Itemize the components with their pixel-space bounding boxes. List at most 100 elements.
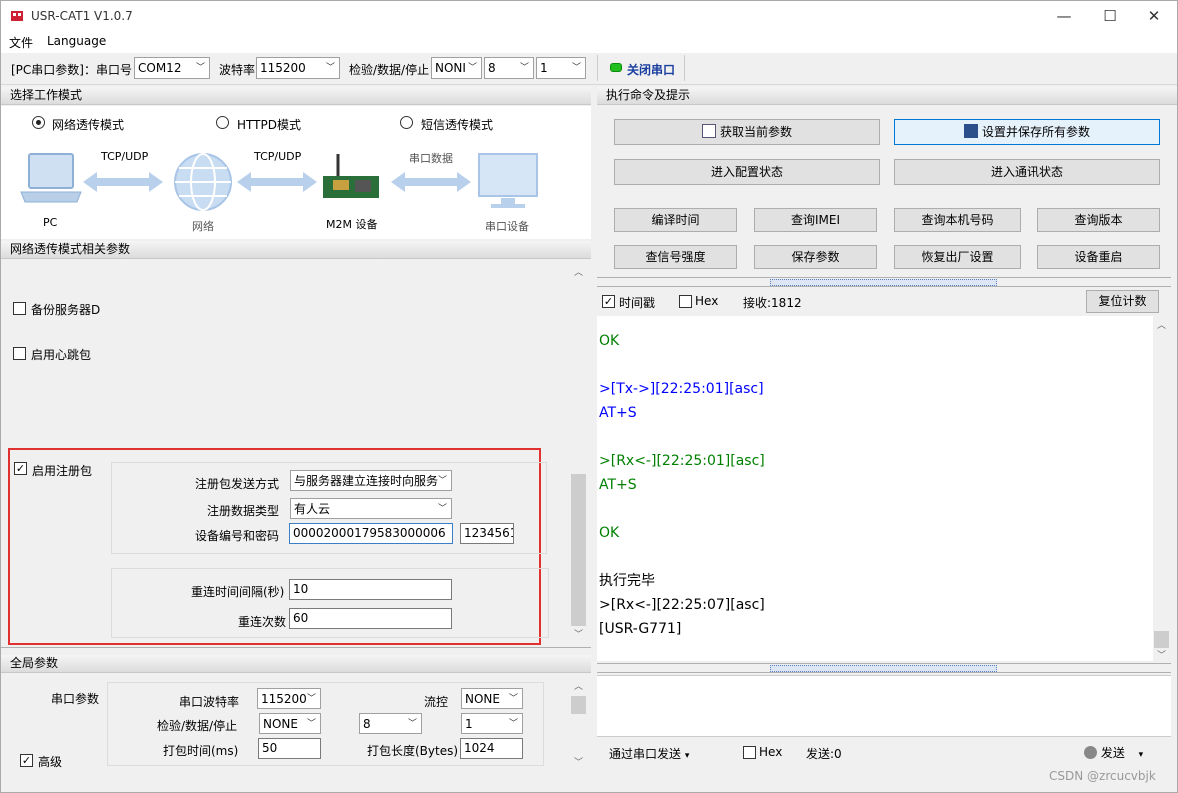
register-checkbox[interactable]: ✓ — [14, 462, 27, 475]
diagram-net-label: 网络 — [192, 220, 214, 233]
global-stopbits-select[interactable]: 1 ﹀ — [461, 713, 523, 734]
scroll-down-icon: ﹀ — [573, 758, 583, 768]
recv-count: 接收:1812 — [743, 296, 802, 310]
query-imei-button[interactable]: 查询IMEI — [754, 208, 877, 232]
diagram-serial-label: 串口设备 — [485, 220, 529, 233]
baud-select[interactable]: 115200 ﹀ — [256, 57, 340, 79]
diagram-link1-label: TCP/UDP — [101, 150, 149, 163]
mode-label-transparent: 网络透传模式 — [52, 118, 125, 132]
top-splitter[interactable] — [597, 277, 1171, 287]
diagram-link3-label: 串口数据 — [409, 152, 453, 165]
diagram-pc-label: PC — [43, 216, 58, 229]
advanced-checkbox[interactable]: ✓ — [20, 754, 33, 767]
maximize-button[interactable]: ☐ — [1087, 1, 1133, 31]
pack-time-input[interactable]: 50 — [258, 738, 321, 759]
log-output[interactable]: OK >[Tx->][22:25:01][asc] AT+S >[Rx<-][22:2… — [597, 316, 1153, 661]
chevron-down-icon: ﹀ — [519, 63, 529, 73]
databits-select[interactable]: 8 ﹀ — [484, 57, 534, 79]
reg-type-label: 注册数据类型 — [207, 504, 280, 518]
enter-comm-button[interactable]: 进入通讯状态 — [894, 159, 1160, 185]
reg-send-select[interactable]: 与服务器建立连接时向服务 ﹀ — [290, 470, 452, 491]
advanced-label: 高级 — [38, 755, 63, 769]
chevron-down-icon: ﹀ — [407, 719, 417, 729]
signal-strength-button[interactable]: 查信号强度 — [614, 245, 737, 269]
scroll-thumb[interactable] — [571, 696, 586, 714]
save-all-button[interactable]: 设置并保存所有参数 — [894, 119, 1160, 145]
backup-server-checkbox[interactable] — [13, 302, 26, 315]
flow-label: 流控 — [424, 695, 449, 709]
bottom-splitter[interactable] — [597, 663, 1171, 673]
device-password-input[interactable]: 1234561 — [460, 523, 514, 544]
flow-select[interactable]: NONE ﹀ — [461, 688, 523, 709]
send-via-select[interactable]: 通过串口发送 ▾ — [609, 745, 689, 762]
menu-bar: 文件 Language — [1, 31, 1177, 53]
hex-checkbox[interactable] — [679, 295, 692, 308]
compile-time-button[interactable]: 编译时间 — [614, 208, 737, 232]
chevron-down-icon: ﹀ — [437, 504, 447, 514]
send-input[interactable] — [597, 675, 1171, 737]
mode-radio-sms[interactable] — [400, 116, 413, 129]
left-splitter[interactable] — [1, 647, 591, 655]
menu-file[interactable]: 文件 — [9, 34, 33, 51]
query-number-button[interactable]: 查询本机号码 — [894, 208, 1021, 232]
register-label: 启用注册包 — [32, 464, 93, 478]
get-params-button[interactable]: 获取当前参数 — [614, 119, 880, 145]
device-id-input[interactable]: 00002000179583000006 — [289, 523, 453, 544]
scroll-up-icon: ︿ — [573, 682, 583, 692]
global-scrollbar[interactable]: ︿ ﹀ — [570, 680, 587, 770]
globe-icon — [174, 153, 232, 211]
send-hex-checkbox[interactable] — [743, 746, 756, 759]
scroll-down-icon: ﹀ — [573, 630, 583, 640]
enter-config-button[interactable]: 进入配置状态 — [614, 159, 880, 185]
pack-len-input[interactable]: 1024 — [460, 738, 523, 759]
global-baud-select[interactable]: 115200 ﹀ — [257, 688, 321, 709]
menu-language[interactable]: Language — [47, 34, 106, 48]
chevron-down-icon: ﹀ — [306, 694, 316, 704]
global-databits-select[interactable]: 8 ﹀ — [359, 713, 422, 734]
mode-radio-httpd[interactable] — [216, 116, 229, 129]
query-version-button[interactable]: 查询版本 — [1037, 208, 1160, 232]
log-scrollbar[interactable]: ︿ ﹀ — [1153, 316, 1170, 661]
device-restart-button[interactable]: 设备重启 — [1037, 245, 1160, 269]
scroll-thumb[interactable] — [1154, 631, 1169, 648]
global-parity-select[interactable]: NONE ﹀ — [259, 713, 321, 734]
port-status-icon — [610, 63, 622, 72]
log-line: [USR-G771] — [599, 621, 682, 637]
chevron-down-icon: ﹀ — [437, 476, 447, 486]
reset-count-button[interactable]: 复位计数 — [1086, 290, 1159, 313]
laptop-icon — [20, 153, 82, 203]
app-window: USR-CAT1 V1.0.7 — ☐ ✕ 文件 Language [PC串口参… — [0, 0, 1178, 793]
chevron-down-icon: ﹀ — [306, 719, 316, 729]
chevron-down-icon: ﹀ — [325, 63, 335, 73]
global-header: 全局参数 — [1, 655, 591, 673]
diagram-link2-label: TCP/UDP — [254, 150, 302, 163]
factory-reset-button[interactable]: 恢复出厂设置 — [894, 245, 1021, 269]
reconnect-interval-input[interactable]: 10 — [289, 579, 452, 600]
net-params-scrollbar[interactable]: ︿ ﹀ — [570, 266, 587, 642]
splitter-grip[interactable] — [770, 279, 997, 286]
hex-label: Hex — [695, 294, 719, 308]
close-button[interactable]: ✕ — [1131, 1, 1177, 31]
minimize-button[interactable]: — — [1041, 1, 1087, 31]
port-select[interactable]: COM12 ﹀ — [134, 57, 210, 79]
sent-count: 发送:0 — [806, 747, 842, 761]
splitter-grip[interactable] — [770, 665, 997, 672]
send-button[interactable]: 发送 ▾ — [1084, 744, 1143, 761]
heartbeat-checkbox[interactable] — [13, 347, 26, 360]
watermark: CSDN @zrcucvbjk — [1049, 769, 1156, 783]
reg-type-select[interactable]: 有人云 ﹀ — [290, 498, 452, 519]
parity-select[interactable]: NONI ﹀ — [431, 57, 482, 79]
chevron-down-icon: ﹀ — [508, 694, 518, 704]
scroll-thumb[interactable] — [571, 474, 586, 626]
close-port-button[interactable]: 关闭串口 — [597, 55, 685, 81]
serial-toolbar: [PC串口参数]：串口号 COM12 ﹀ 波特率 115200 ﹀ 检验/数据/停止… — [1, 53, 1177, 85]
timestamp-checkbox[interactable]: ✓ — [602, 295, 615, 308]
stopbits-select[interactable]: 1 ﹀ — [536, 57, 586, 79]
mode-radio-transparent[interactable] — [32, 116, 45, 129]
reconnect-count-input[interactable]: 60 — [289, 608, 452, 629]
net-params-header: 网络透传模式相关参数 — [1, 241, 591, 259]
device-label: 设备编号和密码 — [195, 529, 280, 543]
save-params-button[interactable]: 保存参数 — [754, 245, 877, 269]
